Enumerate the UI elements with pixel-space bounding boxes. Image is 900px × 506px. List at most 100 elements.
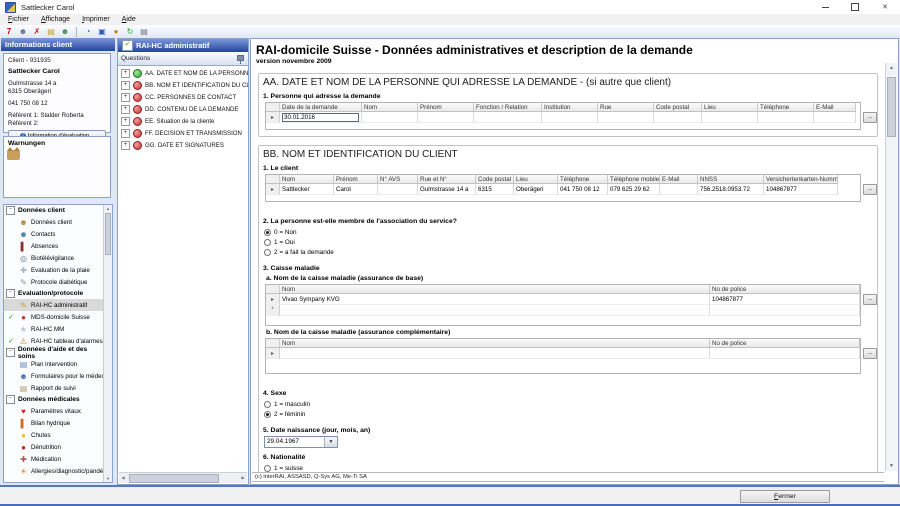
menu-aide[interactable]: Aide [116, 15, 142, 24]
collapse-icon[interactable]: − [6, 206, 15, 215]
column-header-telephone[interactable]: Téléphone [558, 175, 608, 184]
questions-filter-bar[interactable]: Questions [118, 52, 248, 66]
tree-item-gg[interactable]: +GG. DATE ET SIGNATURES [118, 139, 248, 151]
table-cell[interactable] [702, 112, 758, 123]
table-cell[interactable] [378, 184, 418, 195]
tree-item-aa[interactable]: +AA. DATE ET NOM DE LA PERSONNE QUI ADRE… [118, 67, 248, 79]
table-row[interactable]: ▸ [266, 348, 860, 359]
column-header-e-mail[interactable]: E-Mail [814, 103, 856, 112]
pin-icon[interactable] [237, 55, 244, 63]
table-cell[interactable] [598, 112, 654, 123]
column-header-nnss[interactable]: NNSS [698, 175, 764, 184]
column-header-nom[interactable]: Nom [362, 103, 418, 112]
sidebar-item-rapport-de-suivi[interactable]: ▤Rapport de suivi [4, 382, 104, 394]
table-cell[interactable] [710, 348, 860, 359]
scroll-right-icon[interactable]: ▶ [239, 473, 247, 483]
sidebar-item-chutes[interactable]: ●Chutes [4, 429, 104, 441]
table-cell[interactable]: 041 750 08 12 [558, 184, 608, 195]
cell-edit-box[interactable]: 30.01.2016 [282, 113, 359, 122]
radio-option-1-suisse[interactable]: 1 = suisse [264, 463, 877, 472]
table-row[interactable]: ▸Vivao Sympany KVG104867877 [266, 294, 860, 305]
column-header-telephone[interactable]: Téléphone [758, 103, 814, 112]
sidebar-item-biotelevigilance[interactable]: ◎Biotélévigilance [4, 252, 104, 264]
menu-imprimer[interactable]: Imprimer [76, 15, 116, 24]
column-header-versichertenkarten-nummer[interactable]: Versichertenkarten-Nummer [764, 175, 838, 184]
maximize-button[interactable] [840, 0, 870, 14]
nav-scroll-thumb[interactable] [105, 213, 111, 255]
scroll-up-icon[interactable]: ▲ [886, 63, 897, 73]
scroll-left-icon[interactable]: ◀ [119, 473, 127, 483]
nav-section-donnees-client[interactable]: −Données client [4, 205, 104, 216]
table-row[interactable]: ▸30.01.2016 [266, 112, 860, 123]
table-cell[interactable]: Carol [334, 184, 378, 195]
menu-fichier[interactable]: Fichier [2, 15, 35, 24]
table-new-row[interactable]: * [266, 305, 860, 316]
scroll-down-icon[interactable]: ▼ [886, 461, 897, 471]
column-header-lieu[interactable]: Lieu [514, 175, 558, 184]
radio-option-2-feminin[interactable]: 2 = féminin [264, 409, 877, 419]
sidebar-item-rai-hc-administratif[interactable]: ✎RAI-HC administratif [4, 299, 104, 311]
radio-option-1-oui[interactable]: 1 = Oui [264, 237, 877, 247]
tree-item-dd[interactable]: +DD. CONTENU DE LA DEMANDE [118, 103, 248, 115]
table-cell[interactable]: 30.01.2016 [280, 112, 362, 123]
tree-item-bb[interactable]: +BB. NOM ET IDENTIFICATION DU CLIENT [118, 79, 248, 91]
toolbar-refresh-button[interactable]: ↻ [124, 26, 136, 37]
bb-table-ellipsis-button[interactable]: ... [863, 184, 877, 195]
sidebar-item-denutrition[interactable]: ●Dénutrition [4, 441, 104, 453]
sidebar-item-parametres-vitaux[interactable]: ♥Paramètres vitaux [4, 405, 104, 417]
form-scroll-thumb[interactable] [887, 77, 896, 137]
toolbar-contacts-button[interactable]: ☻ [59, 26, 71, 37]
table-cell[interactable] [474, 112, 542, 123]
tree-item-cc[interactable]: +CC. PERSONNES DE CONTACT [118, 91, 248, 103]
expand-icon[interactable]: + [121, 69, 130, 78]
table-cell[interactable]: Oberägeri [514, 184, 558, 195]
expand-icon[interactable]: + [121, 105, 130, 114]
table-cell[interactable] [542, 112, 598, 123]
expand-icon[interactable]: + [121, 93, 130, 102]
sidebar-item-mds-domicile-suisse[interactable]: ✓●MDS-domicile Suisse [4, 311, 104, 323]
column-header-nom[interactable]: Nom [280, 339, 710, 348]
table-cell[interactable] [710, 305, 860, 316]
sidebar-item-evaluation-de-la-plaie[interactable]: ✚Evaluation de la plaie [4, 264, 104, 276]
table-cell[interactable] [280, 348, 710, 359]
table-cell[interactable] [660, 184, 698, 195]
table-cell[interactable] [280, 305, 710, 316]
column-header-no-de-police[interactable]: No de police [710, 285, 860, 294]
collapse-icon[interactable]: − [6, 348, 15, 357]
column-header-rue-et-n[interactable]: Rue et N° [418, 175, 476, 184]
table-cell[interactable] [418, 112, 474, 123]
column-header-e-mail[interactable]: E-Mail [660, 175, 698, 184]
column-header-prenom[interactable]: Prénom [418, 103, 474, 112]
tree-item-ff[interactable]: +FF. DECISION ET TRANSMISSION [118, 127, 248, 139]
table-cell[interactable]: Sattlecker [280, 184, 334, 195]
table-cell[interactable]: 6315 [476, 184, 514, 195]
sidebar-item-absences[interactable]: ▌Absences [4, 240, 104, 252]
nav-section-donnees-d-aide-et-des-soins[interactable]: −Données d'aide et des soins [4, 347, 104, 358]
sidebar-item-contacts[interactable]: ☻Contacts [4, 228, 104, 240]
tree-item-ee[interactable]: +EE. Situation de la cliente [118, 115, 248, 127]
nav-section-evaluation-protocole[interactable]: −Evaluation/protocole [4, 288, 104, 299]
column-header-prenom[interactable]: Prénom [334, 175, 378, 184]
expand-icon[interactable]: + [121, 117, 130, 126]
nav-scrollbar[interactable]: ▲ ▼ [103, 205, 112, 482]
toolbar-lock-button[interactable]: ● [110, 26, 122, 37]
column-header-nom[interactable]: Nom [280, 285, 710, 294]
expand-icon[interactable]: + [121, 81, 130, 90]
scroll-down-icon[interactable]: ▼ [104, 475, 112, 482]
table-cell[interactable] [362, 112, 418, 123]
table-cell[interactable] [758, 112, 814, 123]
table-cell[interactable]: 104867877 [710, 294, 860, 305]
caisse-base-ellipsis-button[interactable]: ... [863, 294, 877, 305]
toolbar-compass-button[interactable]: ◔ [82, 26, 94, 37]
radio-option-2-a-fait-la-demande[interactable]: 2 = a fait la demande [264, 247, 877, 257]
table-cell[interactable] [814, 112, 856, 123]
column-header-no-de-police[interactable]: No de police [710, 339, 860, 348]
form-scrollbar[interactable]: ▲ ▼ [885, 63, 897, 471]
scroll-up-icon[interactable]: ▲ [104, 205, 112, 212]
table-cell[interactable]: 104867877 [764, 184, 838, 195]
sidebar-item-medication[interactable]: ✚Médication [4, 453, 104, 465]
column-header-rue[interactable]: Rue [598, 103, 654, 112]
column-header-n-avs[interactable]: N° AVS [378, 175, 418, 184]
expand-icon[interactable]: + [121, 129, 130, 138]
column-header-code-postal[interactable]: Code postal [476, 175, 514, 184]
